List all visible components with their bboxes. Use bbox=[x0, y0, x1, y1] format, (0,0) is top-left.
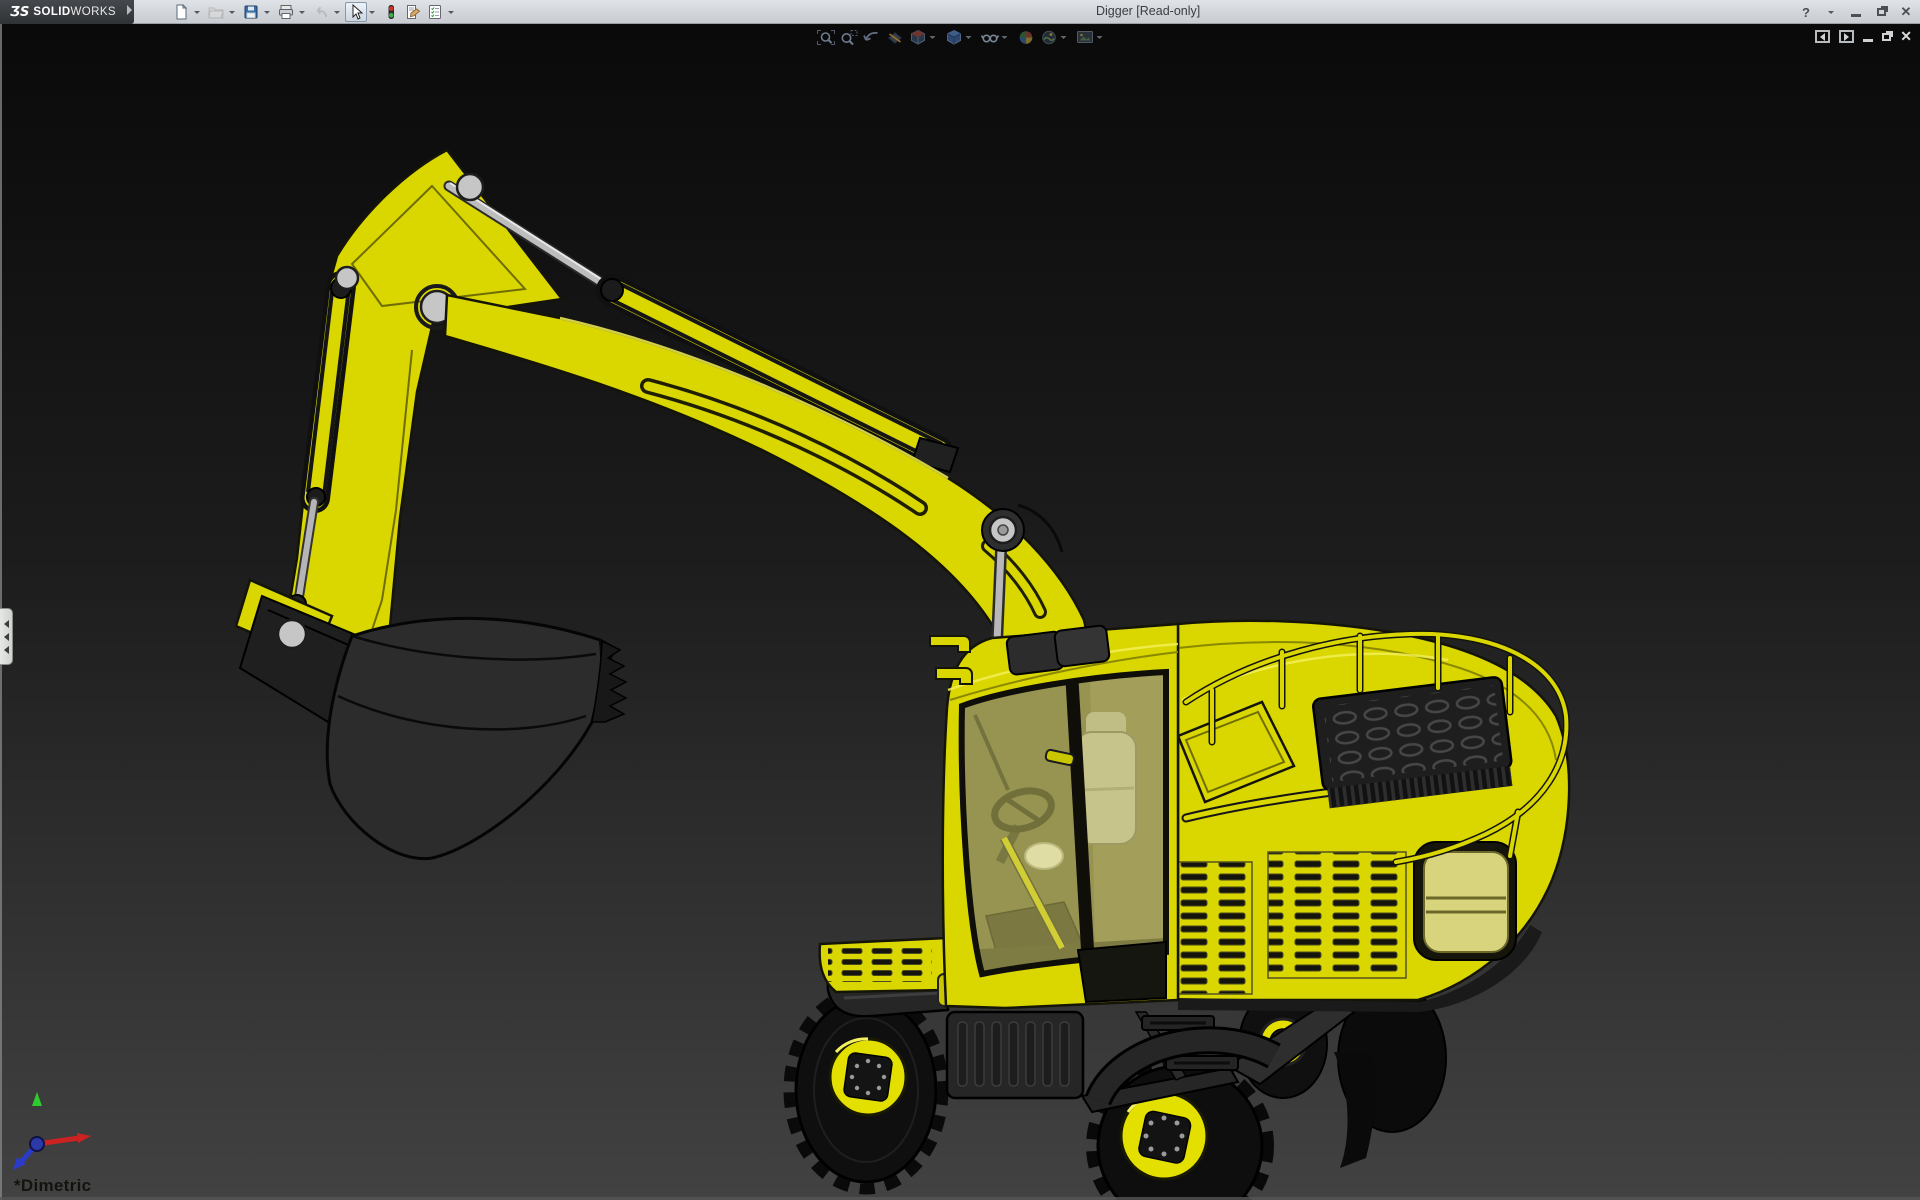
close-button[interactable]: ✕ bbox=[1898, 4, 1914, 20]
restore-icon bbox=[1877, 8, 1886, 16]
help-button[interactable]: ? bbox=[1798, 4, 1814, 20]
cab-glass bbox=[962, 672, 1166, 974]
standard-toolbar bbox=[170, 1, 459, 23]
doc-restore-button[interactable] bbox=[1882, 33, 1891, 41]
select-button[interactable] bbox=[345, 2, 367, 22]
traffic-light-button[interactable] bbox=[380, 2, 402, 22]
collapse-arrow-icon bbox=[4, 633, 9, 641]
apply-scene-button[interactable] bbox=[1036, 28, 1059, 47]
solidworks-brand-light: WORKS bbox=[71, 6, 116, 18]
open-document-icon bbox=[208, 4, 224, 20]
cab[interactable] bbox=[930, 624, 1178, 1008]
front-wheel[interactable] bbox=[789, 991, 943, 1189]
print-icon bbox=[278, 4, 294, 20]
doc-minimize-button[interactable] bbox=[1863, 32, 1873, 42]
menu-expander-icon[interactable] bbox=[127, 5, 132, 15]
view-orientation-button[interactable] bbox=[905, 28, 928, 47]
stick-top-pin bbox=[457, 174, 483, 200]
select-icon bbox=[348, 4, 364, 20]
roof-bracket bbox=[930, 636, 970, 652]
view-orientation-label: *Dimetric bbox=[14, 1176, 91, 1196]
view-settings-icon bbox=[1075, 29, 1091, 45]
pane-left-arrow-icon bbox=[1820, 33, 1825, 41]
pane-right-arrow-icon bbox=[1844, 33, 1849, 41]
options-dropdown[interactable] bbox=[446, 2, 455, 22]
display-style-dropdown[interactable] bbox=[964, 27, 973, 47]
select-dropdown[interactable] bbox=[367, 2, 376, 22]
edit-appearance-button[interactable] bbox=[1013, 28, 1036, 47]
restore-icon bbox=[1882, 33, 1891, 41]
heads-up-view-toolbar bbox=[813, 27, 1108, 47]
digger-3d-model[interactable] bbox=[0, 24, 1920, 1200]
stick-left-pin bbox=[336, 267, 358, 289]
solidworks-logo-glyph: ƷS bbox=[10, 5, 29, 20]
save-icon bbox=[243, 4, 259, 20]
undo-button[interactable] bbox=[310, 2, 332, 22]
open-document-button[interactable] bbox=[205, 2, 227, 22]
solidworks-logo: ƷS SOLID WORKS bbox=[0, 0, 134, 24]
collapse-arrow-icon bbox=[4, 646, 9, 654]
engine-vents bbox=[1312, 676, 1514, 808]
save-dropdown[interactable] bbox=[262, 2, 271, 22]
edit-appearance-icon bbox=[1016, 29, 1032, 45]
file-properties-icon bbox=[405, 4, 421, 20]
previous-view-icon bbox=[862, 29, 878, 45]
apply-scene-dropdown[interactable] bbox=[1059, 27, 1068, 47]
previous-view-button[interactable] bbox=[859, 28, 882, 47]
window-title: Digger [Read-only] bbox=[1096, 4, 1200, 18]
new-document-icon bbox=[173, 4, 189, 20]
document-window-controls: ✕ bbox=[1815, 28, 1912, 45]
undo-dropdown[interactable] bbox=[332, 2, 341, 22]
minimize-icon bbox=[1863, 39, 1873, 42]
display-style-icon bbox=[944, 29, 960, 45]
section-view-button[interactable] bbox=[882, 28, 905, 47]
minimize-icon bbox=[1851, 14, 1861, 17]
hide-show-items-icon bbox=[980, 29, 996, 45]
collapse-arrow-icon bbox=[4, 620, 9, 628]
save-button[interactable] bbox=[240, 2, 262, 22]
feature-tree-flyout-tab[interactable] bbox=[0, 608, 13, 665]
hide-show-items-dropdown[interactable] bbox=[1000, 27, 1009, 47]
options-button[interactable] bbox=[424, 2, 446, 22]
print-dropdown[interactable] bbox=[297, 2, 306, 22]
title-bar: ƷS SOLID WORKS Digger [Read-only] ?✕ bbox=[0, 0, 1920, 24]
new-document-button[interactable] bbox=[170, 2, 192, 22]
zoom-to-fit-button[interactable] bbox=[813, 28, 836, 47]
print-button[interactable] bbox=[275, 2, 297, 22]
display-style-button[interactable] bbox=[941, 28, 964, 47]
options-icon bbox=[427, 4, 443, 20]
doc-close-button[interactable]: ✕ bbox=[1900, 28, 1912, 45]
zoom-to-area-icon bbox=[839, 29, 855, 45]
rear-window bbox=[1414, 842, 1516, 960]
file-properties-button[interactable] bbox=[402, 2, 424, 22]
window-controls: ?✕ bbox=[1798, 0, 1914, 24]
undo-icon bbox=[313, 4, 329, 20]
traffic-light-icon bbox=[383, 4, 399, 20]
view-orientation-icon bbox=[908, 29, 924, 45]
bucket[interactable] bbox=[327, 618, 626, 858]
view-orientation-dropdown[interactable] bbox=[928, 27, 937, 47]
view-settings-button[interactable] bbox=[1072, 28, 1095, 47]
restore-button[interactable] bbox=[1873, 4, 1889, 20]
help-dropdown-button[interactable] bbox=[1823, 4, 1839, 20]
view-settings-dropdown[interactable] bbox=[1095, 27, 1104, 47]
new-document-dropdown[interactable] bbox=[192, 2, 201, 22]
minimize-button[interactable] bbox=[1848, 4, 1864, 20]
zoom-to-fit-icon bbox=[816, 29, 832, 45]
graphics-viewport[interactable]: ✕ *Dimetric bbox=[0, 24, 1920, 1200]
main-boom[interactable] bbox=[445, 295, 1088, 642]
solidworks-brand-bold: SOLID bbox=[33, 6, 70, 18]
reference-triad bbox=[3, 1086, 99, 1182]
pane-left-button[interactable] bbox=[1815, 30, 1830, 43]
hide-show-items-button[interactable] bbox=[977, 28, 1000, 47]
pane-right-button[interactable] bbox=[1839, 30, 1854, 43]
apply-scene-icon bbox=[1039, 29, 1055, 45]
section-view-icon bbox=[885, 29, 901, 45]
open-document-dropdown[interactable] bbox=[227, 2, 236, 22]
zoom-to-area-button[interactable] bbox=[836, 28, 859, 47]
